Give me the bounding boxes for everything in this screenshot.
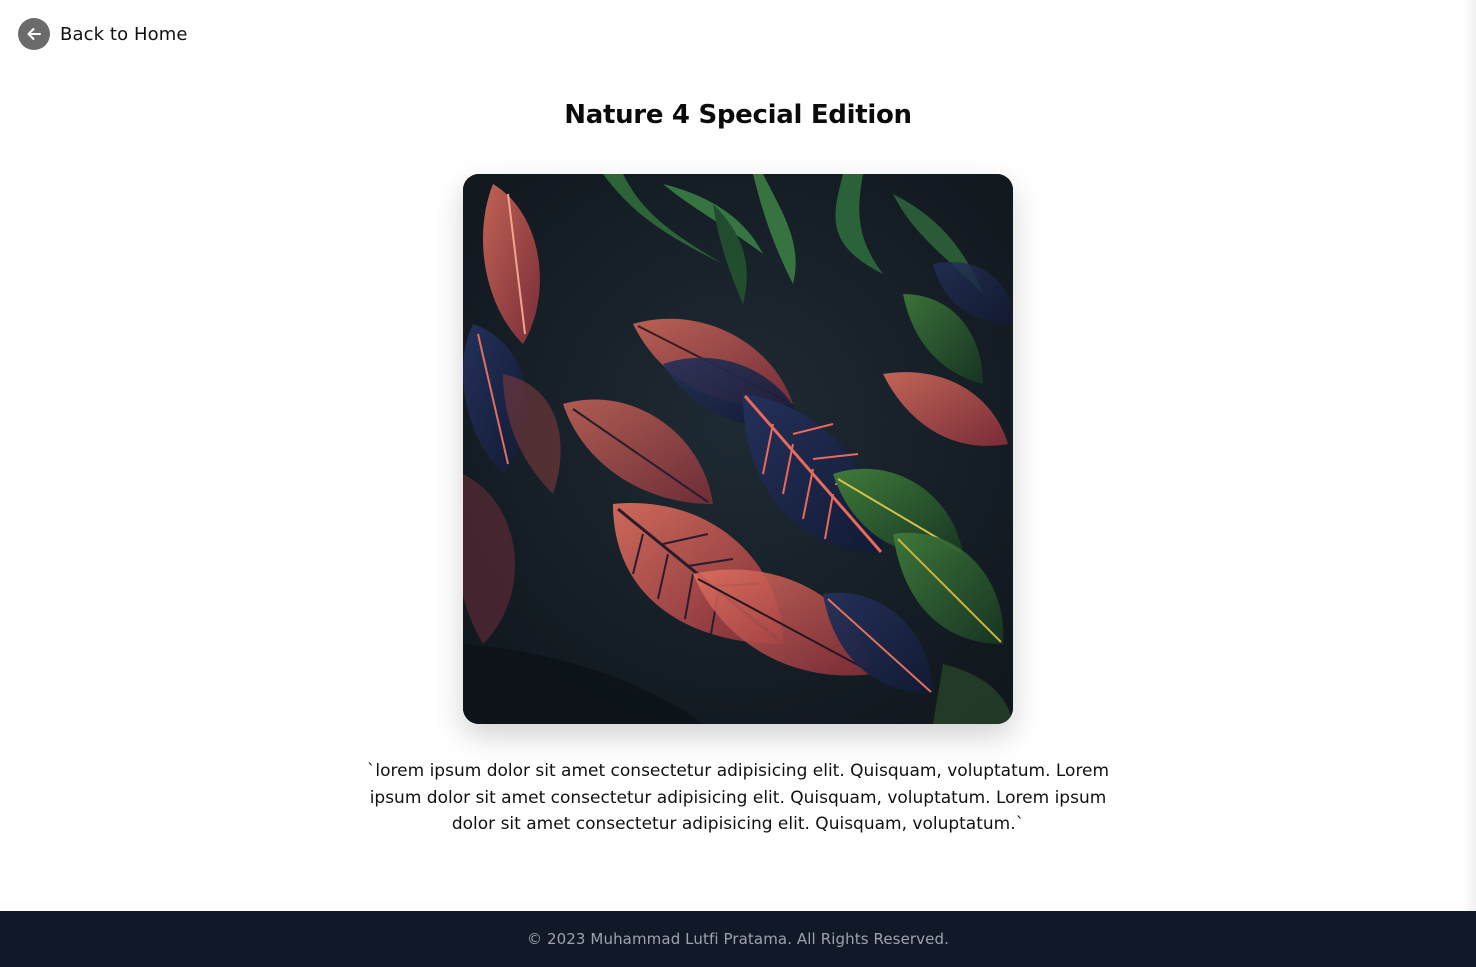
back-to-home-label: Back to Home (60, 23, 188, 45)
back-to-home-link[interactable]: Back to Home (18, 18, 188, 50)
page: Back to Home Nature 4 Special Edition `l… (0, 0, 1476, 967)
site-footer: © 2023 Muhammad Lutfi Pratama. All Right… (0, 911, 1476, 967)
page-title: Nature 4 Special Edition (564, 100, 912, 130)
arrow-left-icon (18, 18, 50, 50)
edge-shadow (1462, 0, 1476, 911)
product-description: `lorem ipsum dolor sit amet consectetur … (366, 761, 1110, 834)
product-image (463, 174, 1013, 724)
copyright-text: © 2023 Muhammad Lutfi Pratama. All Right… (527, 930, 949, 948)
